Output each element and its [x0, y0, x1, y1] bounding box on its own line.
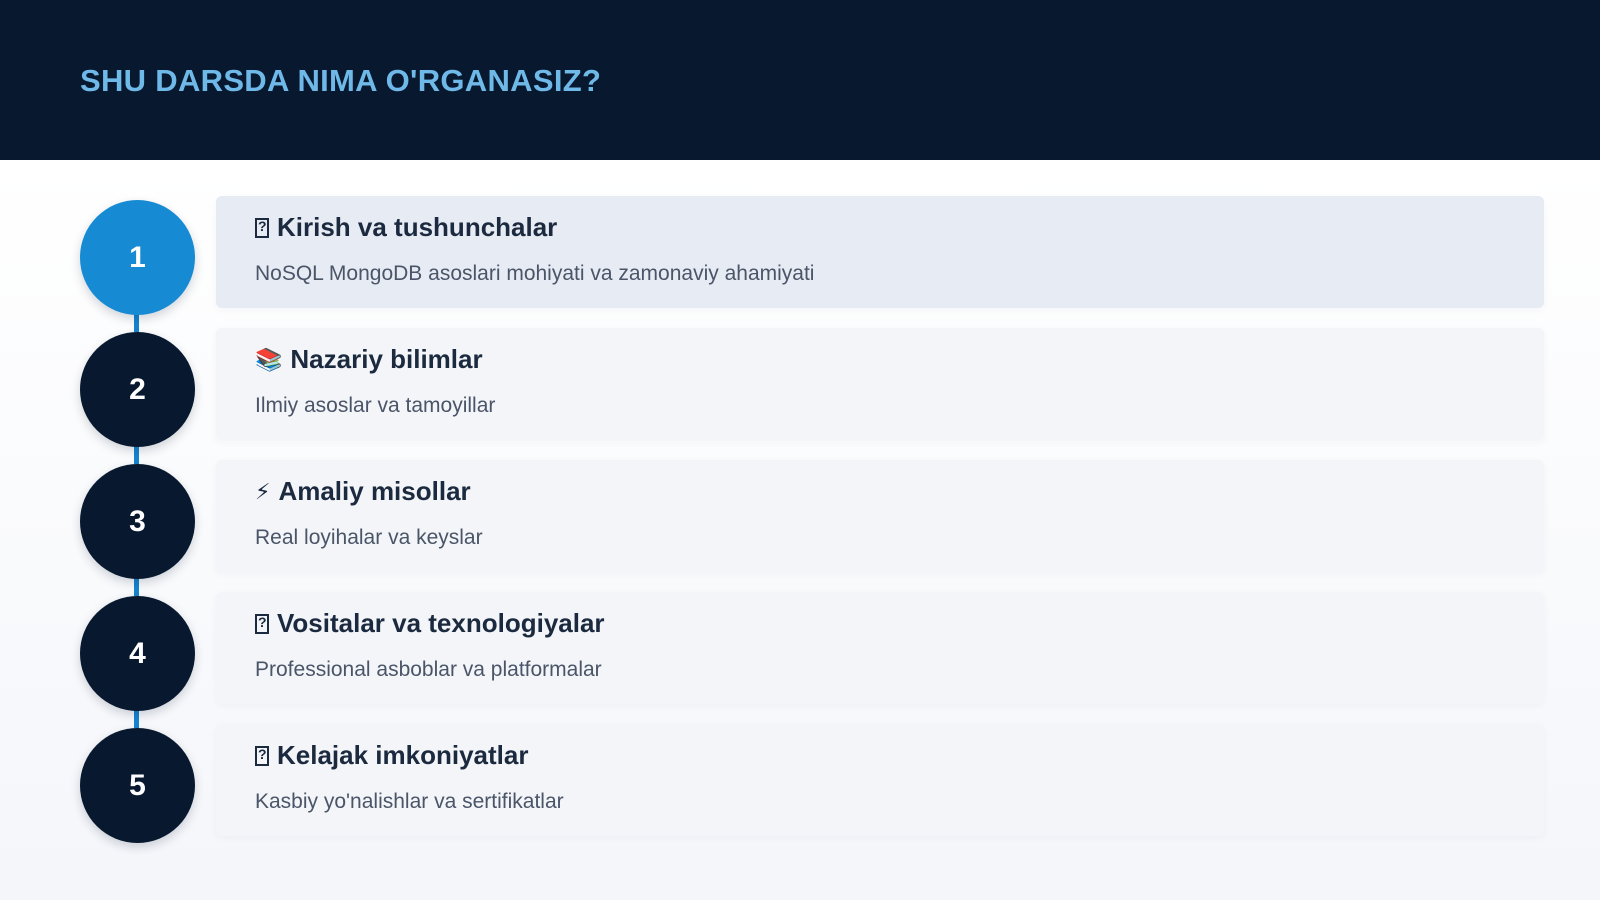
- step-description: NoSQL MongoDB asoslari mohiyati va zamon…: [255, 262, 815, 285]
- lightning-icon: ⚡: [255, 478, 271, 504]
- timeline-connector: [134, 444, 139, 464]
- step-number-badge: 3: [80, 464, 195, 579]
- timeline-connector: [134, 576, 139, 596]
- timeline-connector: [134, 312, 139, 332]
- step-card-3[interactable]: ⚡ Amaliy misollar Real loyihalar va keys…: [216, 460, 1544, 572]
- step-description: Kasbiy yo'nalishlar va sertifikatlar: [255, 790, 564, 813]
- step-title: Kelajak imkoniyatlar: [255, 740, 528, 771]
- step-card-1[interactable]: Kirish va tushunchalar NoSQL MongoDB aso…: [216, 196, 1544, 308]
- step-card-2[interactable]: 📚 Nazariy bilimlar Ilmiy asoslar va tamo…: [216, 328, 1544, 440]
- step-title: Kirish va tushunchalar: [255, 212, 557, 243]
- step-number-badge: 1: [80, 200, 195, 315]
- step-number-badge: 2: [80, 332, 195, 447]
- step-title: ⚡ Amaliy misollar: [255, 476, 471, 507]
- step-number-badge: 4: [80, 596, 195, 711]
- step-title-text: Nazariy bilimlar: [290, 344, 483, 374]
- missing-glyph-icon: [255, 745, 269, 766]
- page-title: SHU DARSDA NIMA O'RGANASIZ?: [80, 63, 602, 98]
- step-title-text: Kirish va tushunchalar: [277, 212, 558, 242]
- missing-glyph-icon: [255, 613, 269, 634]
- step-title: 📚 Nazariy bilimlar: [255, 344, 483, 375]
- header-bar: SHU DARSDA NIMA O'RGANASIZ?: [0, 0, 1600, 160]
- step-title-text: Kelajak imkoniyatlar: [277, 740, 529, 770]
- step-title-text: Vositalar va texnologiyalar: [277, 608, 605, 638]
- step-number-badge: 5: [80, 728, 195, 843]
- step-card-4[interactable]: Vositalar va texnologiyalar Professional…: [216, 592, 1544, 704]
- books-icon: 📚: [255, 346, 283, 372]
- step-title-text: Amaliy misollar: [278, 476, 471, 506]
- step-description: Ilmiy asoslar va tamoyillar: [255, 394, 496, 417]
- step-description: Real loyihalar va keyslar: [255, 526, 483, 549]
- timeline-connector: [134, 708, 139, 728]
- step-title: Vositalar va texnologiyalar: [255, 608, 605, 639]
- step-card-5[interactable]: Kelajak imkoniyatlar Kasbiy yo'nalishlar…: [216, 724, 1544, 836]
- step-description: Professional asboblar va platformalar: [255, 658, 602, 681]
- missing-glyph-icon: [255, 217, 269, 238]
